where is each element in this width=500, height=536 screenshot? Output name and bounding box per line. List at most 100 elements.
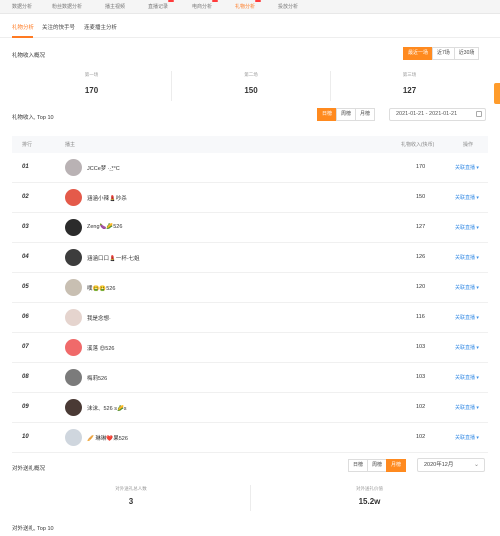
row-amount: 103	[416, 344, 426, 350]
row-amount: 127	[416, 224, 426, 230]
row-name[interactable]: 噗🤮🤮526	[87, 284, 115, 292]
card-label: 第一场	[84, 72, 99, 77]
table-row: 03 Zeng🍆🌽526 127 关联直播 ▾	[12, 213, 488, 243]
outgoing-card: 对外送礼总人数 3	[12, 485, 250, 511]
related-live-link[interactable]: 关联直播 ▾	[455, 434, 479, 441]
row-name[interactable]: JCCe梦 ·͜·*°C	[87, 164, 120, 172]
row-rank: 06	[22, 314, 29, 320]
table-row: 09 沫沫、526 s🌽s 102 关联直播 ▾	[12, 393, 488, 423]
related-live-link[interactable]: 关联直播 ▾	[455, 314, 479, 321]
top10-period-selector: 日榜 周榜 月榜	[317, 108, 376, 121]
top-nav-videos[interactable]: 播主视频	[105, 3, 125, 10]
card-value: 150	[244, 86, 258, 95]
period-monthly[interactable]: 月榜	[355, 108, 376, 121]
avatar[interactable]	[65, 429, 82, 446]
table-row: 04 涵涵口口💄一杯-七姐 126 关联直播 ▾	[12, 243, 488, 273]
row-name[interactable]: 涵涵小辣💄吵杀	[87, 194, 127, 202]
card-value: 170	[84, 86, 99, 95]
top-nav-ecommerce[interactable]: 电商分析	[192, 0, 219, 10]
top-nav-live-records[interactable]: 直播记录	[148, 0, 175, 10]
date-range-text: 2021-01-21 - 2021-01-21	[396, 111, 458, 117]
new-badge	[255, 0, 262, 2]
table-row: 06 我是念想· 116 关联直播 ▾	[12, 303, 488, 333]
income-range-selector: 最近一场 近7场 近30场	[403, 47, 480, 60]
card-label: 第三场	[402, 72, 417, 77]
date-range-picker[interactable]: 2021-01-21 - 2021-01-21	[389, 108, 486, 121]
table-row: 07 溪落 😍526 103 关联直播 ▾	[12, 333, 488, 363]
range-last-30[interactable]: 近30场	[453, 47, 480, 60]
header-user: 播主	[65, 142, 76, 148]
row-name[interactable]: 溪落 😍526	[87, 344, 114, 352]
range-last-session[interactable]: 最近一场	[403, 47, 434, 60]
card-value: 3	[128, 497, 134, 506]
avatar[interactable]	[65, 309, 82, 326]
row-rank: 10	[22, 434, 29, 440]
row-name[interactable]: 梅莉526	[87, 374, 107, 382]
side-float-tab[interactable]	[494, 83, 500, 104]
card-label: 对外送礼价值	[356, 486, 383, 491]
outgoing-cards: 对外送礼总人数 3 对外送礼价值 15.2w	[12, 485, 488, 511]
top-nav-gift-analysis[interactable]: 礼物分析	[235, 0, 262, 10]
table-row: 02 涵涵小辣💄吵杀 150 关联直播 ▾	[12, 183, 488, 213]
related-live-link[interactable]: 关联直播 ▾	[455, 194, 479, 201]
card-label: 对外送礼总人数	[115, 486, 147, 491]
avatar[interactable]	[65, 339, 82, 356]
row-rank: 07	[22, 344, 29, 350]
row-name[interactable]: 🥖 琳琳❤️果526	[87, 434, 128, 442]
avatar[interactable]	[65, 399, 82, 416]
tab-gift-analysis[interactable]: 礼物分析	[12, 23, 34, 31]
avatar[interactable]	[65, 279, 82, 296]
related-live-link[interactable]: 关联直播 ▾	[455, 254, 479, 261]
income-cards: 第一场 170 第二场 150 第三场 127	[12, 71, 488, 101]
related-live-link[interactable]: 关联直播 ▾	[455, 344, 479, 351]
table-row: 01 JCCe梦 ·͜·*°C 170 关联直播 ▾	[12, 153, 488, 183]
avatar[interactable]	[65, 369, 82, 386]
top-nav: 数据分析 粉丝数据分析 播主视频 直播记录 电商分析 礼物分析 投放分析	[0, 0, 500, 14]
month-select-value: 2020年12月	[424, 462, 454, 468]
related-live-link[interactable]: 关联直播 ▾	[455, 374, 479, 381]
active-tab-underline	[12, 36, 33, 38]
header-rank: 排行	[22, 142, 33, 148]
tab-followed-accounts[interactable]: 关注的快手号	[42, 23, 75, 31]
card-label: 第二场	[244, 72, 258, 77]
table-row: 10 🥖 琳琳❤️果526 102 关联直播 ▾	[12, 423, 488, 453]
row-rank: 04	[22, 254, 29, 260]
row-amount: 102	[416, 404, 426, 410]
row-amount: 126	[416, 254, 426, 260]
top-nav-fans-analysis[interactable]: 粉丝数据分析	[52, 3, 82, 10]
row-amount: 102	[416, 434, 426, 440]
period-weekly[interactable]: 周榜	[367, 459, 388, 472]
month-select[interactable]: 2020年12月 ⌄	[417, 458, 485, 472]
period-weekly[interactable]: 周榜	[336, 108, 357, 121]
row-name[interactable]: Zeng🍆🌽526	[87, 224, 122, 230]
table-row: 08 梅莉526 103 关联直播 ▾	[12, 363, 488, 393]
tab-pk-analysis[interactable]: 连麦播主分析	[84, 23, 117, 31]
row-name[interactable]: 沫沫、526 s🌽s	[87, 404, 127, 412]
row-rank: 01	[22, 164, 29, 170]
row-amount: 120	[416, 284, 426, 290]
related-live-link[interactable]: 关联直播 ▾	[455, 404, 479, 411]
row-rank: 05	[22, 284, 29, 290]
avatar[interactable]	[65, 159, 82, 176]
range-last-7[interactable]: 近7场	[432, 47, 455, 60]
top-nav-data-analysis[interactable]: 数据分析	[12, 3, 32, 10]
related-live-link[interactable]: 关联直播 ▾	[455, 224, 479, 231]
calendar-icon	[476, 111, 482, 117]
outgoing-top10-title: 对外送礼, Top 10	[12, 526, 54, 532]
period-monthly[interactable]: 月榜	[386, 459, 407, 472]
avatar[interactable]	[65, 249, 82, 266]
related-live-link[interactable]: 关联直播 ▾	[455, 284, 479, 291]
sub-tabs: 礼物分析 关注的快手号 连麦播主分析	[0, 14, 500, 38]
avatar[interactable]	[65, 219, 82, 236]
top-nav-ads[interactable]: 投放分析	[278, 3, 298, 10]
period-daily[interactable]: 日榜	[348, 459, 369, 472]
new-badge	[212, 0, 219, 2]
header-action: 操作	[463, 142, 474, 148]
row-name[interactable]: 我是念想·	[87, 314, 111, 322]
row-rank: 02	[22, 194, 29, 200]
period-daily[interactable]: 日榜	[317, 108, 338, 121]
row-name[interactable]: 涵涵口口💄一杯-七姐	[87, 254, 140, 262]
related-live-link[interactable]: 关联直播 ▾	[455, 164, 479, 171]
income-overview-title: 礼物收入概况	[12, 53, 46, 59]
avatar[interactable]	[65, 189, 82, 206]
